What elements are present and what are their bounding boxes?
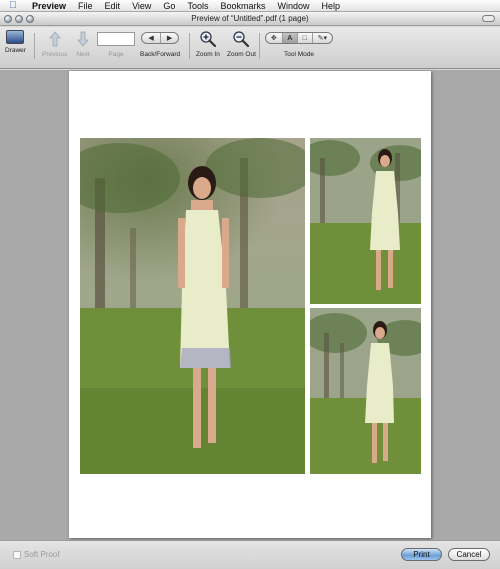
menu-tools[interactable]: Tools: [181, 1, 214, 11]
arrow-up-icon: [46, 30, 64, 48]
zoom-out-label: Zoom Out: [227, 51, 256, 58]
photo-main: [80, 138, 305, 474]
preview-window: Preview of “Untitled”.pdf (1 page) Drawe…: [0, 12, 500, 569]
back-forward-control: ◀ ▶ Back/Forward: [140, 30, 180, 58]
menu-window[interactable]: Window: [271, 1, 315, 11]
apple-menu-icon[interactable]: : [0, 0, 26, 11]
photo-top-right-image: [310, 138, 421, 304]
cancel-button[interactable]: Cancel: [448, 548, 490, 561]
document-area[interactable]: [0, 70, 500, 540]
text-tool-icon[interactable]: A: [281, 33, 298, 43]
back-arrow-icon[interactable]: ◀: [142, 33, 160, 43]
menu-go[interactable]: Go: [157, 1, 181, 11]
tool-mode-label: Tool Mode: [284, 51, 314, 58]
toolbar: Drawer Previous Next Page ◀ ▶ Back/Forwa…: [0, 27, 500, 69]
drawer-label: Drawer: [5, 47, 26, 54]
back-forward-label: Back/Forward: [140, 51, 181, 58]
photo-main-image: [80, 138, 305, 474]
arrow-down-icon: [74, 30, 92, 48]
menu-view[interactable]: View: [126, 1, 157, 11]
previous-label: Previous: [42, 51, 68, 58]
print-button[interactable]: Print: [401, 548, 442, 561]
soft-proof-option[interactable]: Soft Proof: [13, 550, 60, 559]
menu-bookmarks[interactable]: Bookmarks: [214, 1, 271, 11]
zoom-out-button[interactable]: Zoom Out: [227, 30, 256, 58]
menu-preview[interactable]: Preview: [26, 1, 72, 11]
next-button[interactable]: Next: [74, 30, 92, 58]
annotate-tool-icon[interactable]: ✎▾: [311, 33, 332, 43]
page-label: Page: [108, 51, 124, 58]
menu-file[interactable]: File: [72, 1, 99, 11]
soft-proof-checkbox[interactable]: [13, 550, 21, 559]
zoom-in-icon: [199, 30, 217, 48]
photo-top-right: [310, 138, 421, 304]
select-tool-icon[interactable]: □: [297, 33, 312, 43]
toolbar-divider: [34, 33, 35, 59]
zoom-out-icon: [232, 30, 250, 48]
page-number-field[interactable]: [97, 32, 135, 46]
minimize-button[interactable]: [15, 15, 23, 23]
forward-arrow-icon[interactable]: ▶: [160, 33, 178, 43]
previous-button[interactable]: Previous: [42, 30, 67, 58]
window-controls: [4, 15, 34, 23]
menu-edit[interactable]: Edit: [99, 1, 127, 11]
next-label: Next: [76, 51, 90, 58]
zoom-in-label: Zoom In: [196, 51, 220, 58]
soft-proof-label: Soft Proof: [24, 550, 60, 559]
menu-bar:  Preview File Edit View Go Tools Bookma…: [0, 0, 500, 12]
toolbar-divider: [189, 33, 190, 59]
menu-help[interactable]: Help: [315, 1, 346, 11]
tool-mode-segmented: ✥ A □ ✎▾: [265, 32, 333, 44]
close-button[interactable]: [4, 15, 12, 23]
zoom-in-button[interactable]: Zoom In: [196, 30, 220, 58]
toolbar-toggle-button[interactable]: [482, 15, 495, 22]
toolbar-divider: [259, 33, 260, 59]
photo-bottom-right: [310, 308, 421, 474]
pdf-page: [69, 71, 431, 538]
title-bar[interactable]: Preview of “Untitled”.pdf (1 page): [0, 12, 500, 26]
page-control: Page: [97, 30, 135, 58]
drawer-button[interactable]: Drawer: [5, 30, 26, 54]
window-title: Preview of “Untitled”.pdf (1 page): [191, 14, 309, 23]
bottom-bar: Soft Proof Print Cancel: [0, 540, 500, 569]
zoom-button[interactable]: [26, 15, 34, 23]
photo-bottom-right-image: [310, 308, 421, 474]
tool-mode-control: ✥ A □ ✎▾ Tool Mode: [265, 30, 333, 58]
drawer-icon: [6, 30, 25, 44]
move-tool-icon[interactable]: ✥: [266, 33, 282, 43]
back-forward-segmented: ◀ ▶: [141, 32, 180, 44]
